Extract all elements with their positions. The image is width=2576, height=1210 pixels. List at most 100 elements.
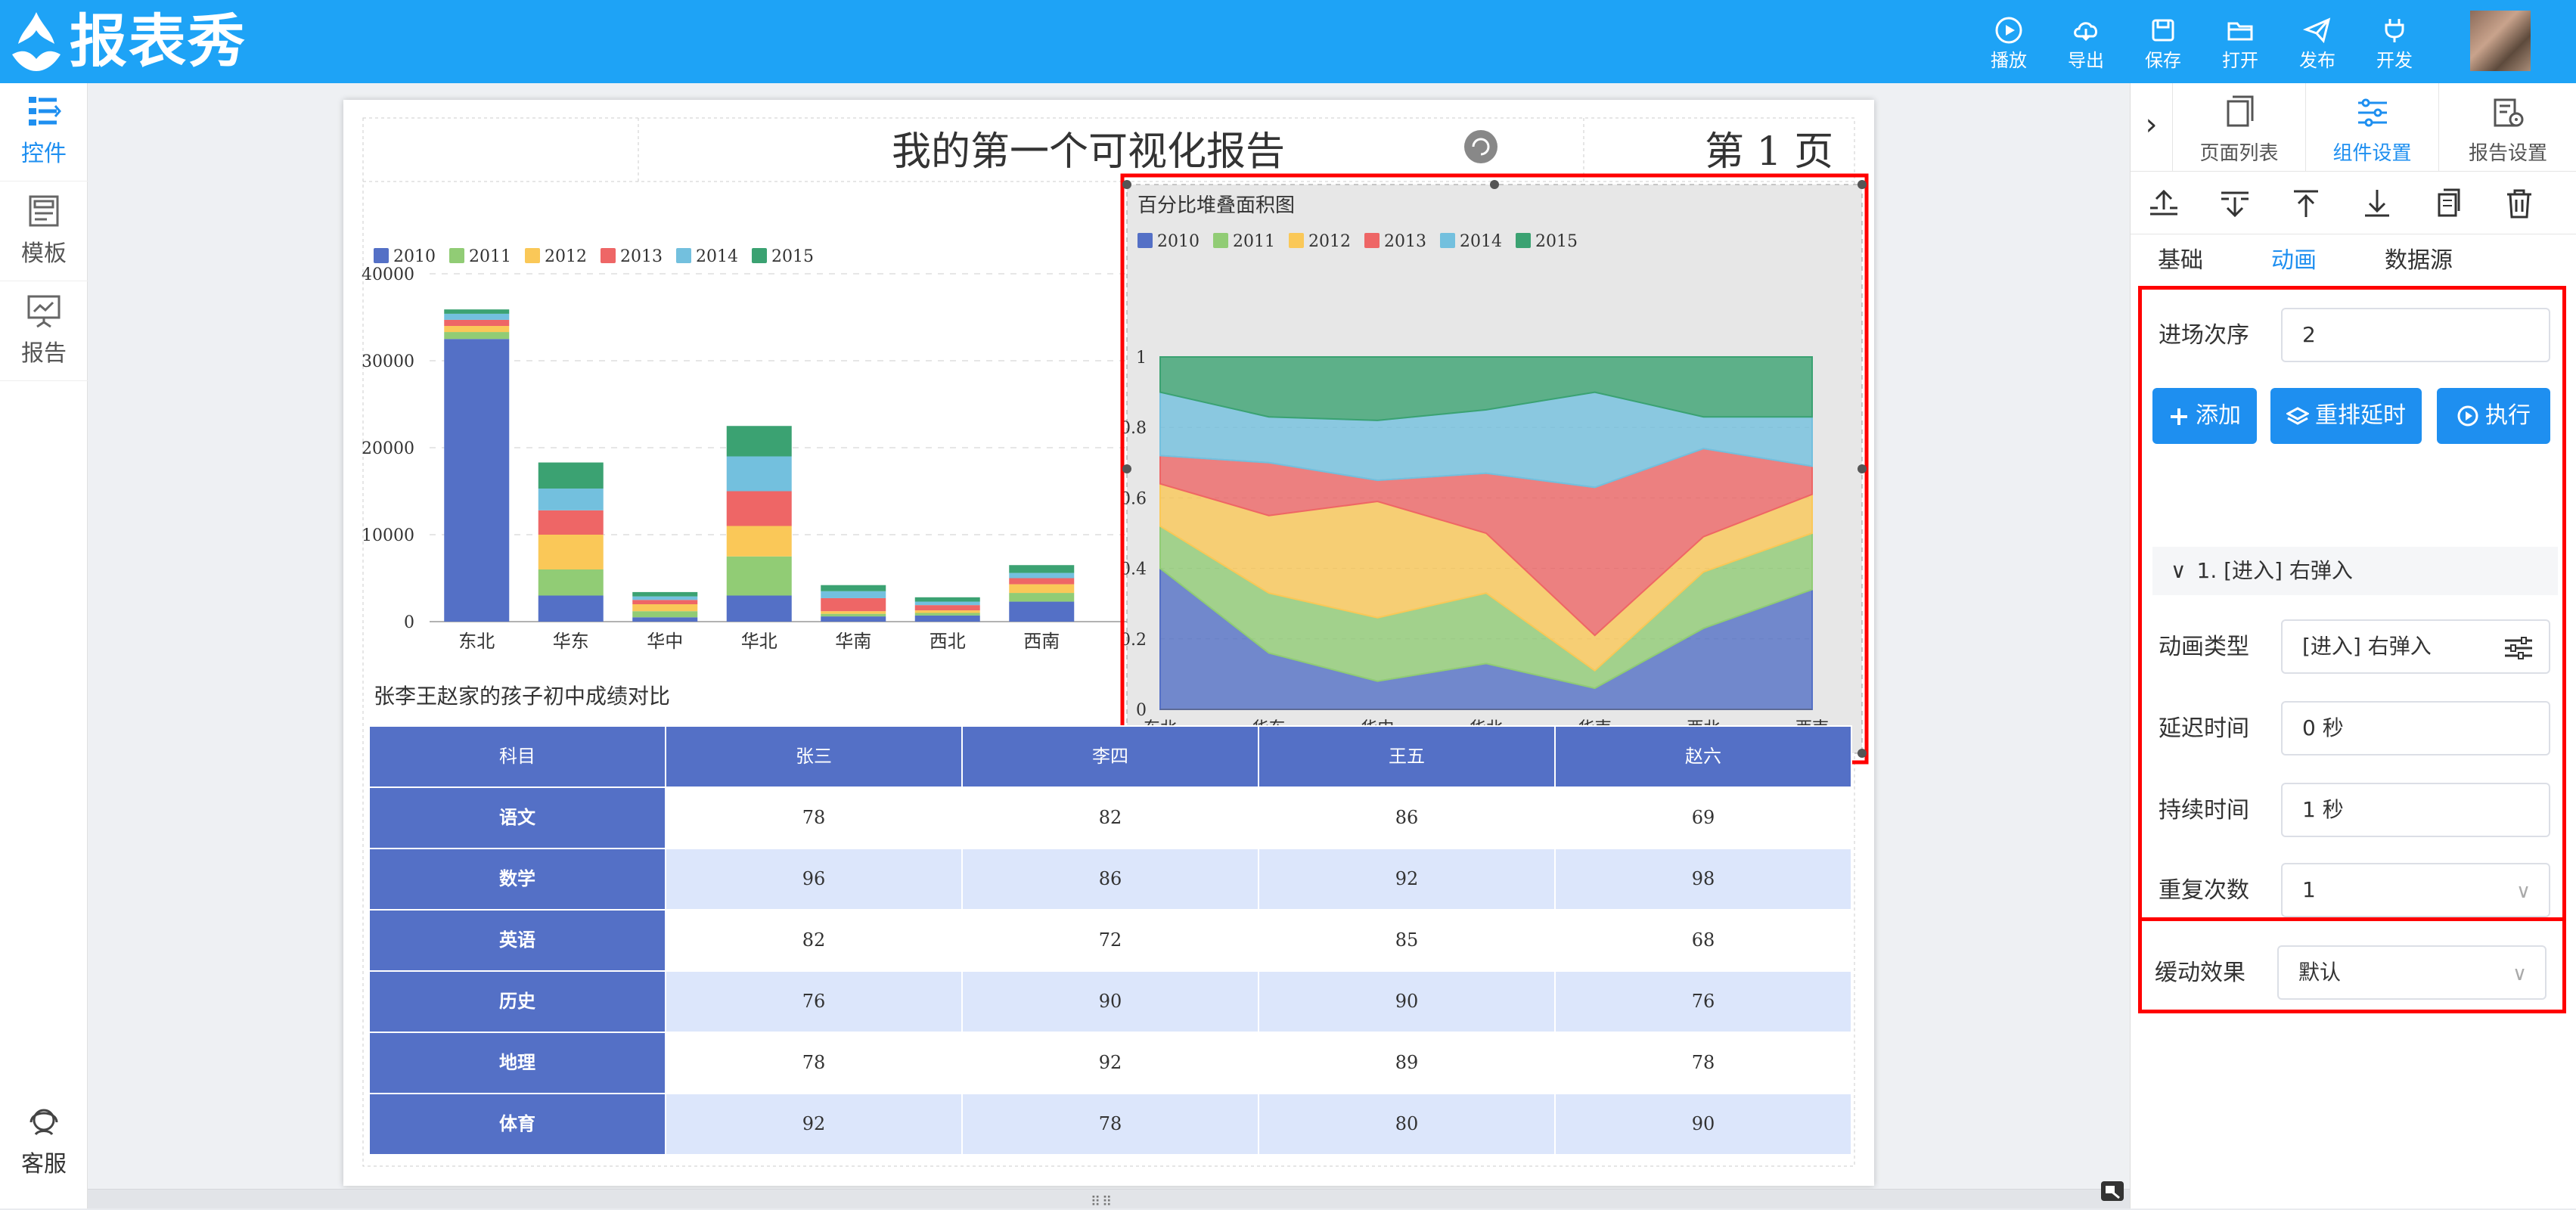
table-cell-value: 78 <box>1099 1113 1122 1134</box>
rotate-handle-icon[interactable] <box>1464 130 1497 163</box>
bar-segment <box>726 526 792 557</box>
table-row-header: 地理 <box>499 1051 535 1073</box>
save-icon <box>2152 19 2174 42</box>
chevron-down-icon: ∨ <box>2171 558 2186 583</box>
publish-button[interactable]: 发布 <box>2280 15 2355 76</box>
delay-input[interactable]: 0 秒 <box>2281 701 2550 755</box>
table-cell-value: 92 <box>1395 868 1419 889</box>
send-icon <box>2302 17 2331 44</box>
right-panel: › 页面列表 组件设置 报告设置 基础 动画 数据源 进场次序 2 添加 重排延… <box>2130 83 2576 1208</box>
legend-swatch <box>449 248 464 263</box>
nav-reports[interactable]: 报告 <box>0 283 88 381</box>
bottom-resize-handle[interactable]: ⠿⠿ <box>88 1189 2130 1210</box>
report-page-content: 我的第一个可视化报告 第 1 页 2010 2011 2012 2013 2014 2015 0… <box>362 117 1869 1167</box>
bar-segment <box>632 604 698 612</box>
table-header-label: 王五 <box>1389 746 1425 767</box>
delete-icon[interactable] <box>2503 187 2536 220</box>
play-button[interactable]: 播放 <box>1971 15 2047 76</box>
export-button[interactable]: 导出 <box>2048 15 2124 76</box>
bar-segment <box>538 595 604 622</box>
tab-report-settings[interactable]: 报告设置 <box>2439 83 2576 171</box>
duration-input[interactable]: 1 秒 <box>2281 783 2550 837</box>
resize-handle[interactable] <box>1858 749 1867 758</box>
top-bar: 报表秀 播放 导出 保存 打开 发布 开发 <box>0 0 2576 83</box>
resize-handle[interactable] <box>1490 180 1499 189</box>
legend-swatch <box>1516 233 1531 248</box>
entry-order-input[interactable]: 2 <box>2281 308 2550 362</box>
bar-segment <box>632 617 698 622</box>
bar-segment <box>1009 584 1075 594</box>
table-row-header: 历史 <box>499 990 536 1012</box>
resize-handle[interactable] <box>1858 464 1867 473</box>
subtab-animation[interactable]: 动画 <box>2271 242 2317 284</box>
nav-customer-service[interactable]: 客服 <box>0 1094 88 1192</box>
y-tick-label: 1 <box>1136 349 1147 368</box>
bar-segment <box>444 332 510 340</box>
bar-segment <box>1009 593 1075 602</box>
table-row-header: 数学 <box>499 867 535 889</box>
component-toolbar <box>2131 171 2576 234</box>
animation-list-item[interactable]: ∨ 1. [进入] 右弹入 <box>2152 547 2558 595</box>
table-cell-value: 78 <box>802 1052 826 1073</box>
rearrange-delay-button[interactable]: 重排延时 <box>2270 388 2422 444</box>
repeat-select[interactable]: 1 ∨ <box>2281 863 2550 917</box>
canvas-minimap-icon[interactable] <box>2100 1180 2125 1202</box>
bar-segment <box>821 613 886 617</box>
repeat-row: 重复次数 1 ∨ <box>2152 863 2558 919</box>
add-animation-button[interactable]: 添加 <box>2152 388 2257 444</box>
tab-component-settings[interactable]: 组件设置 <box>2306 83 2439 171</box>
table-cell-value: 72 <box>1099 929 1122 951</box>
table-cell-value: 90 <box>1692 1113 1715 1134</box>
resize-handle[interactable] <box>1122 180 1131 189</box>
bar-segment <box>1009 578 1075 585</box>
bring-to-front-icon[interactable] <box>2289 187 2323 220</box>
page-number: 第 1 页 <box>1705 129 1833 175</box>
execute-button[interactable]: 执行 <box>2437 388 2550 444</box>
develop-button[interactable]: 开发 <box>2357 15 2432 76</box>
bar-segment <box>821 585 886 591</box>
x-tick-label: 华南 <box>835 631 871 652</box>
table-header-label: 李四 <box>1092 746 1128 767</box>
template-icon <box>29 195 59 227</box>
bring-forward-icon[interactable] <box>2147 187 2180 220</box>
bar-segment <box>1009 565 1075 573</box>
bar-segment <box>726 491 792 526</box>
legend-label: 2013 <box>620 247 663 266</box>
area-chart-widget[interactable]: 百分比堆叠面积图2010 2011 2012 2013 2014 201500.20.40… <box>1120 173 1869 765</box>
subtab-basic[interactable]: 基础 <box>2158 242 2203 284</box>
y-tick-label: 20000 <box>362 439 414 458</box>
send-to-back-icon[interactable] <box>2360 187 2394 220</box>
legend-label: 2015 <box>771 247 814 266</box>
resize-handle[interactable] <box>1122 464 1131 473</box>
send-backward-icon[interactable] <box>2218 187 2252 220</box>
table-cell-value: 82 <box>802 929 826 951</box>
save-button[interactable]: 保存 <box>2125 15 2201 76</box>
bar-segment <box>444 319 510 326</box>
legend-label: 2010 <box>1157 232 1200 251</box>
animation-type-select[interactable]: [进入] 右弹入 <box>2281 619 2550 674</box>
open-button[interactable]: 打开 <box>2202 15 2278 76</box>
bar-segment <box>726 595 792 622</box>
table-cell-value: 92 <box>1099 1052 1122 1073</box>
bar-segment <box>632 611 698 618</box>
tab-page-list[interactable]: 页面列表 <box>2173 83 2306 171</box>
nav-controls[interactable]: 控件 <box>0 83 88 182</box>
legend-swatch <box>1213 233 1228 248</box>
resize-handle[interactable] <box>1858 180 1867 189</box>
bar-segment <box>726 556 792 596</box>
avatar[interactable] <box>2470 11 2531 71</box>
copy-icon[interactable] <box>2432 187 2465 220</box>
legend-swatch <box>525 248 540 263</box>
table-cell-value: 76 <box>802 991 826 1012</box>
animation-settings-panel: 进场次序 2 添加 重排延时 执行 ∨ 1. [进入] 右弹入 动画类型 [进入]… <box>2138 286 2566 921</box>
table-cell-value: 78 <box>802 807 826 828</box>
legend-label: 2010 <box>393 247 436 266</box>
legend-label: 2012 <box>545 247 587 266</box>
bar-segment <box>538 535 604 569</box>
bar-segment <box>538 510 604 535</box>
nav-templates[interactable]: 模板 <box>0 183 88 281</box>
bar-segment <box>632 596 698 600</box>
table-cell-value: 86 <box>1099 868 1122 889</box>
subtab-datasource[interactable]: 数据源 <box>2385 242 2453 284</box>
collapse-panel-button[interactable]: › <box>2131 83 2173 171</box>
